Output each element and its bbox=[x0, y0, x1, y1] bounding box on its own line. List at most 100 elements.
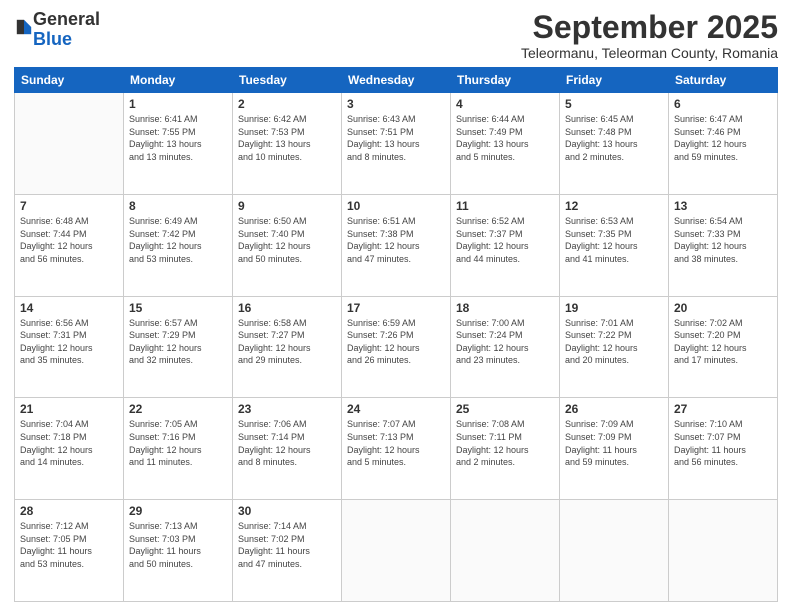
table-row: 27Sunrise: 7:10 AM Sunset: 7:07 PM Dayli… bbox=[669, 398, 778, 500]
table-row: 2 Sunrise: 6:42 AM Sunset: 7:53 PM Daylig… bbox=[233, 93, 342, 195]
table-row: 23Sunrise: 7:06 AM Sunset: 7:14 PM Dayli… bbox=[233, 398, 342, 500]
location-title: Teleormanu, Teleorman County, Romania bbox=[521, 45, 778, 61]
day-number: 20 bbox=[674, 301, 772, 315]
day-number: 16 bbox=[238, 301, 336, 315]
day-info: Sunrise: 6:58 AM Sunset: 7:27 PM Dayligh… bbox=[238, 317, 336, 367]
table-row: 13Sunrise: 6:54 AM Sunset: 7:33 PM Dayli… bbox=[669, 194, 778, 296]
day-info: Sunrise: 6:45 AM Sunset: 7:48 PM Dayligh… bbox=[565, 113, 663, 163]
calendar-week-0: 1 Sunrise: 6:41 AM Sunset: 7:55 PM Daylig… bbox=[15, 93, 778, 195]
table-row bbox=[451, 500, 560, 602]
day-number: 19 bbox=[565, 301, 663, 315]
calendar-header-row: Sunday Monday Tuesday Wednesday Thursday… bbox=[15, 68, 778, 93]
table-row: 10Sunrise: 6:51 AM Sunset: 7:38 PM Dayli… bbox=[342, 194, 451, 296]
day-number: 17 bbox=[347, 301, 445, 315]
table-row: 20 Sunrise: 7:02 AM Sunset: 7:20 PM Dayli… bbox=[669, 296, 778, 398]
table-row: 1 Sunrise: 6:41 AM Sunset: 7:55 PM Daylig… bbox=[124, 93, 233, 195]
table-row: 22 Sunrise: 7:05 AM Sunset: 7:16 PM Dayli… bbox=[124, 398, 233, 500]
logo-text: General Blue bbox=[33, 10, 100, 50]
day-number: 18 bbox=[456, 301, 554, 315]
table-row: 19 Sunrise: 7:01 AM Sunset: 7:22 PM Dayli… bbox=[560, 296, 669, 398]
col-thursday: Thursday bbox=[451, 68, 560, 93]
page: General Blue September 2025 Teleormanu, … bbox=[0, 0, 792, 612]
table-row: 7 Sunrise: 6:48 AM Sunset: 7:44 PM Daylig… bbox=[15, 194, 124, 296]
day-info: Sunrise: 6:50 AM Sunset: 7:40 PM Dayligh… bbox=[238, 215, 336, 265]
table-row: 14 Sunrise: 6:56 AM Sunset: 7:31 PM Dayli… bbox=[15, 296, 124, 398]
day-number: 12 bbox=[565, 199, 663, 213]
col-sunday: Sunday bbox=[15, 68, 124, 93]
day-number: 2 bbox=[238, 97, 336, 111]
day-number: 24 bbox=[347, 402, 445, 416]
day-number: 13 bbox=[674, 199, 772, 213]
day-number: 9 bbox=[238, 199, 336, 213]
logo-general: General bbox=[33, 9, 100, 29]
table-row: 11Sunrise: 6:52 AM Sunset: 7:37 PM Dayli… bbox=[451, 194, 560, 296]
calendar-table: Sunday Monday Tuesday Wednesday Thursday… bbox=[14, 67, 778, 602]
day-number: 26 bbox=[565, 402, 663, 416]
table-row: 29Sunrise: 7:13 AM Sunset: 7:03 PM Dayli… bbox=[124, 500, 233, 602]
day-number: 23 bbox=[238, 402, 336, 416]
day-number: 7 bbox=[20, 199, 118, 213]
day-info: Sunrise: 6:48 AM Sunset: 7:44 PM Dayligh… bbox=[20, 215, 118, 265]
day-number: 28 bbox=[20, 504, 118, 518]
table-row: 17 Sunrise: 6:59 AM Sunset: 7:26 PM Dayli… bbox=[342, 296, 451, 398]
table-row: 28 Sunrise: 7:12 AM Sunset: 7:05 PM Dayli… bbox=[15, 500, 124, 602]
day-info: Sunrise: 6:42 AM Sunset: 7:53 PM Dayligh… bbox=[238, 113, 336, 163]
day-number: 15 bbox=[129, 301, 227, 315]
day-info: Sunrise: 6:47 AM Sunset: 7:46 PM Dayligh… bbox=[674, 113, 772, 163]
table-row: 21 Sunrise: 7:04 AM Sunset: 7:18 PM Dayli… bbox=[15, 398, 124, 500]
day-number: 1 bbox=[129, 97, 227, 111]
table-row: 12Sunrise: 6:53 AM Sunset: 7:35 PM Dayli… bbox=[560, 194, 669, 296]
day-info: Sunrise: 6:43 AM Sunset: 7:51 PM Dayligh… bbox=[347, 113, 445, 163]
col-saturday: Saturday bbox=[669, 68, 778, 93]
title-block: September 2025 Teleormanu, Teleorman Cou… bbox=[521, 10, 778, 61]
day-number: 8 bbox=[129, 199, 227, 213]
calendar-week-2: 14 Sunrise: 6:56 AM Sunset: 7:31 PM Dayli… bbox=[15, 296, 778, 398]
table-row: 25Sunrise: 7:08 AM Sunset: 7:11 PM Dayli… bbox=[451, 398, 560, 500]
day-number: 14 bbox=[20, 301, 118, 315]
day-info: Sunrise: 7:07 AM Sunset: 7:13 PM Dayligh… bbox=[347, 418, 445, 468]
logo-blue: Blue bbox=[33, 29, 72, 49]
table-row: 26Sunrise: 7:09 AM Sunset: 7:09 PM Dayli… bbox=[560, 398, 669, 500]
day-info: Sunrise: 7:14 AM Sunset: 7:02 PM Dayligh… bbox=[238, 520, 336, 570]
logo-icon bbox=[15, 18, 33, 36]
table-row: 9 Sunrise: 6:50 AM Sunset: 7:40 PM Daylig… bbox=[233, 194, 342, 296]
logo: General Blue bbox=[14, 10, 100, 50]
day-info: Sunrise: 7:05 AM Sunset: 7:16 PM Dayligh… bbox=[129, 418, 227, 468]
table-row bbox=[15, 93, 124, 195]
day-info: Sunrise: 7:04 AM Sunset: 7:18 PM Dayligh… bbox=[20, 418, 118, 468]
day-number: 10 bbox=[347, 199, 445, 213]
day-info: Sunrise: 6:44 AM Sunset: 7:49 PM Dayligh… bbox=[456, 113, 554, 163]
month-title: September 2025 bbox=[521, 10, 778, 45]
day-number: 4 bbox=[456, 97, 554, 111]
table-row bbox=[342, 500, 451, 602]
table-row: 8 Sunrise: 6:49 AM Sunset: 7:42 PM Daylig… bbox=[124, 194, 233, 296]
table-row bbox=[560, 500, 669, 602]
table-row bbox=[669, 500, 778, 602]
day-info: Sunrise: 6:59 AM Sunset: 7:26 PM Dayligh… bbox=[347, 317, 445, 367]
col-tuesday: Tuesday bbox=[233, 68, 342, 93]
day-info: Sunrise: 6:56 AM Sunset: 7:31 PM Dayligh… bbox=[20, 317, 118, 367]
table-row: 5 Sunrise: 6:45 AM Sunset: 7:48 PM Daylig… bbox=[560, 93, 669, 195]
day-number: 3 bbox=[347, 97, 445, 111]
day-info: Sunrise: 7:00 AM Sunset: 7:24 PM Dayligh… bbox=[456, 317, 554, 367]
day-info: Sunrise: 7:10 AM Sunset: 7:07 PM Dayligh… bbox=[674, 418, 772, 468]
day-number: 5 bbox=[565, 97, 663, 111]
day-info: Sunrise: 6:52 AM Sunset: 7:37 PM Dayligh… bbox=[456, 215, 554, 265]
table-row: 15Sunrise: 6:57 AM Sunset: 7:29 PM Dayli… bbox=[124, 296, 233, 398]
day-number: 6 bbox=[674, 97, 772, 111]
day-info: Sunrise: 7:02 AM Sunset: 7:20 PM Dayligh… bbox=[674, 317, 772, 367]
day-info: Sunrise: 7:01 AM Sunset: 7:22 PM Dayligh… bbox=[565, 317, 663, 367]
day-number: 22 bbox=[129, 402, 227, 416]
header: General Blue September 2025 Teleormanu, … bbox=[14, 10, 778, 61]
day-info: Sunrise: 7:12 AM Sunset: 7:05 PM Dayligh… bbox=[20, 520, 118, 570]
table-row: 6 Sunrise: 6:47 AM Sunset: 7:46 PM Daylig… bbox=[669, 93, 778, 195]
table-row: 3 Sunrise: 6:43 AM Sunset: 7:51 PM Daylig… bbox=[342, 93, 451, 195]
table-row: 18 Sunrise: 7:00 AM Sunset: 7:24 PM Dayli… bbox=[451, 296, 560, 398]
day-number: 25 bbox=[456, 402, 554, 416]
day-number: 21 bbox=[20, 402, 118, 416]
day-info: Sunrise: 6:49 AM Sunset: 7:42 PM Dayligh… bbox=[129, 215, 227, 265]
day-info: Sunrise: 6:41 AM Sunset: 7:55 PM Dayligh… bbox=[129, 113, 227, 163]
table-row: 30Sunrise: 7:14 AM Sunset: 7:02 PM Dayli… bbox=[233, 500, 342, 602]
table-row: 24 Sunrise: 7:07 AM Sunset: 7:13 PM Dayli… bbox=[342, 398, 451, 500]
col-monday: Monday bbox=[124, 68, 233, 93]
